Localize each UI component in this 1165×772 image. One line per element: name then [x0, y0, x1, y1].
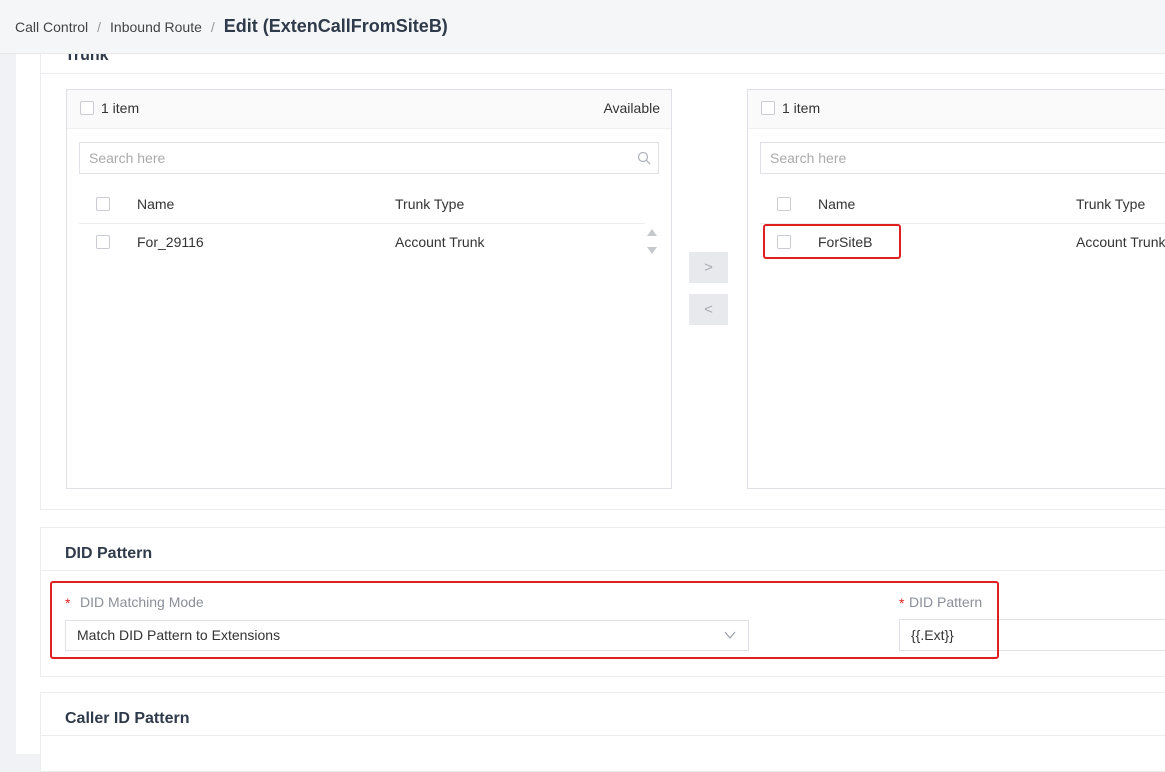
breadcrumb-separator: / [97, 18, 102, 35]
breadcrumb-inbound-route[interactable]: Inbound Route [110, 19, 202, 35]
available-search-input[interactable]: Search here [79, 142, 659, 174]
highlight-did-settings [50, 581, 999, 659]
select-all-available-checkbox[interactable] [80, 101, 94, 115]
available-item-count: 1 item [101, 100, 140, 116]
trunk-card: Trunk 1 item Available Search here Name … [40, 40, 1165, 510]
section-divider [41, 735, 1165, 736]
column-trunk-type-header: Trunk Type [1076, 196, 1146, 212]
caller-id-section-title: Caller ID Pattern [65, 710, 190, 727]
selected-search-input[interactable]: Search here [760, 142, 1165, 174]
column-name-header: Name [818, 196, 856, 212]
highlight-selected-trunk [763, 224, 901, 259]
search-icon [637, 151, 651, 165]
select-all-selected-checkbox[interactable] [761, 101, 775, 115]
caller-id-card: Caller ID Pattern [40, 692, 1165, 772]
available-label: Available [603, 100, 660, 116]
trunk-name: For_29116 [137, 234, 204, 250]
move-right-button[interactable]: > [689, 252, 728, 283]
row-checkbox[interactable] [96, 235, 110, 249]
left-gutter [0, 54, 16, 754]
available-header-checkbox[interactable] [96, 197, 110, 211]
trunk-type: Account Trunk [1076, 234, 1165, 250]
breadcrumb: Call Control / Inbound Route / Edit (Ext… [0, 0, 1165, 54]
search-placeholder: Search here [89, 150, 166, 166]
selected-item-count: 1 item [782, 100, 821, 116]
did-section-title: DID Pattern [65, 545, 153, 562]
column-name-header: Name [137, 196, 175, 212]
column-trunk-type-header: Trunk Type [395, 196, 465, 212]
table-row[interactable]: For_29116 Account Trunk [79, 224, 645, 260]
selected-trunks-panel: 1 item Search here Name Trunk Type ForSi… [747, 89, 1165, 489]
section-divider [41, 73, 1165, 74]
move-left-button[interactable]: < [689, 294, 728, 325]
search-placeholder: Search here [770, 150, 847, 166]
breadcrumb-call-control[interactable]: Call Control [15, 19, 88, 35]
scroll-up-icon[interactable] [647, 229, 657, 237]
selected-header-checkbox[interactable] [777, 197, 791, 211]
page-title: Edit (ExtenCallFromSiteB) [223, 16, 448, 36]
trunk-type: Account Trunk [395, 234, 485, 250]
selected-panel-header: 1 item [748, 90, 1165, 129]
scroll-down-icon[interactable] [647, 247, 657, 255]
section-divider [41, 570, 1165, 571]
available-panel-header: 1 item Available [67, 90, 671, 129]
available-trunks-panel: 1 item Available Search here Name Trunk … [66, 89, 672, 489]
breadcrumb-separator: / [210, 18, 215, 35]
